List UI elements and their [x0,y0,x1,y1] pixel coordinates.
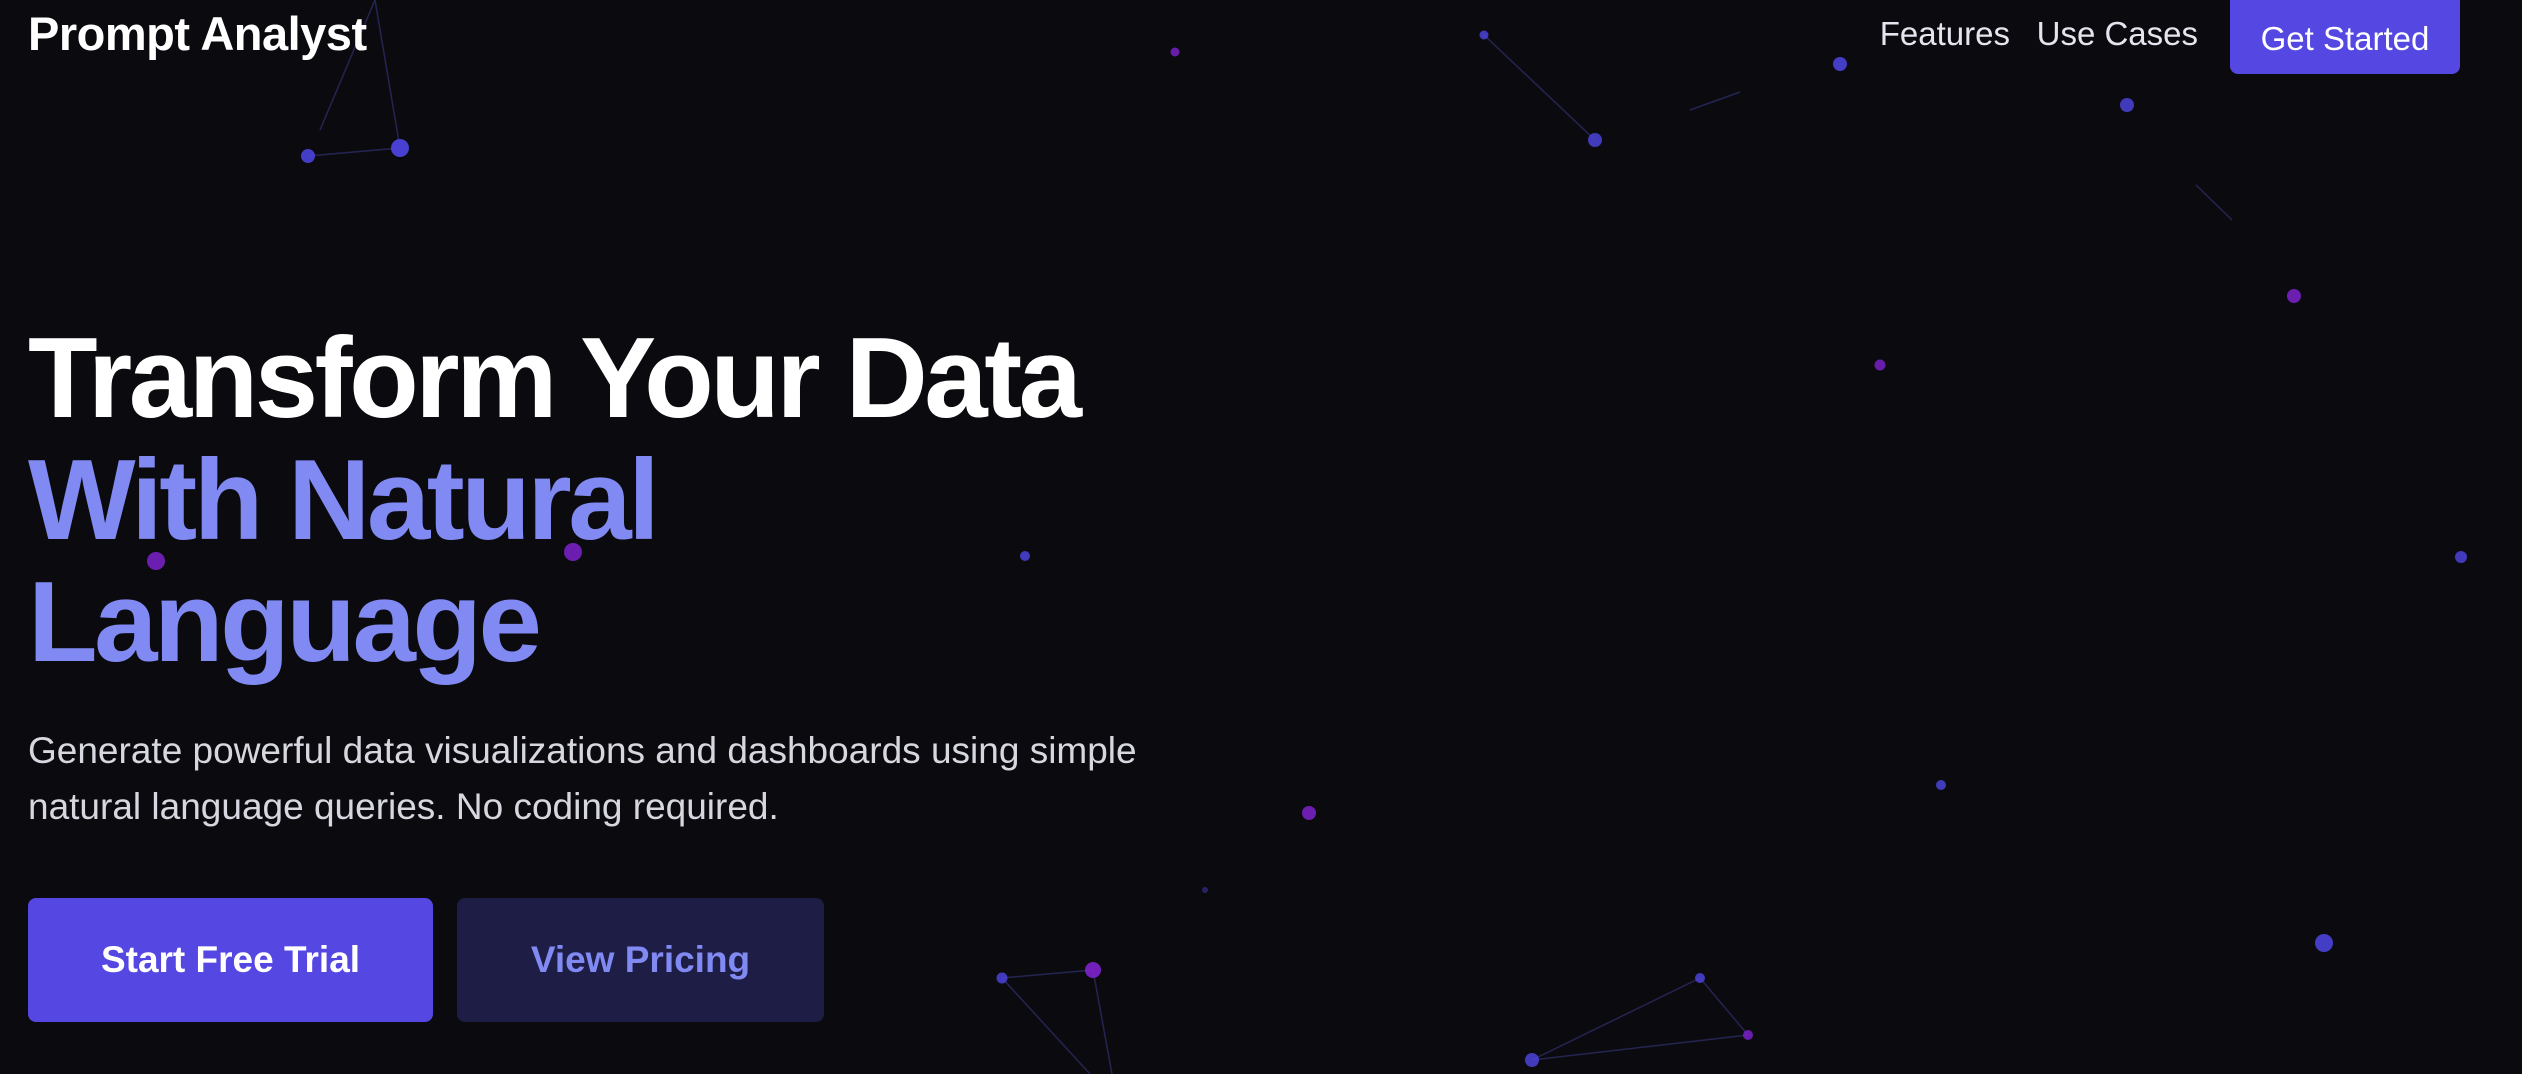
hero-headline: Transform Your Data With Natural Languag… [28,315,1082,686]
get-started-button[interactable]: Get Started [2230,0,2460,74]
nav-link-use-cases[interactable]: Use Cases [2037,14,2198,54]
brand-logo[interactable]: Prompt Analyst [28,6,367,62]
start-free-trial-button[interactable]: Start Free Trial [28,898,433,1022]
landing-page: Prompt Analyst Features Use Cases Get St… [0,0,2522,1074]
hero-section: Transform Your Data With Natural Languag… [28,315,1082,686]
hero-subtitle: Generate powerful data visualizations an… [28,730,1137,827]
view-pricing-button[interactable]: View Pricing [457,898,824,1022]
headline-line-1: Transform Your Data [28,315,1082,442]
headline-line-3: Language [28,559,542,686]
nav-link-features[interactable]: Features [1880,14,2010,54]
top-nav: Prompt Analyst Features Use Cases Get St… [0,0,2522,74]
headline-line-2: With Natural [28,437,660,564]
